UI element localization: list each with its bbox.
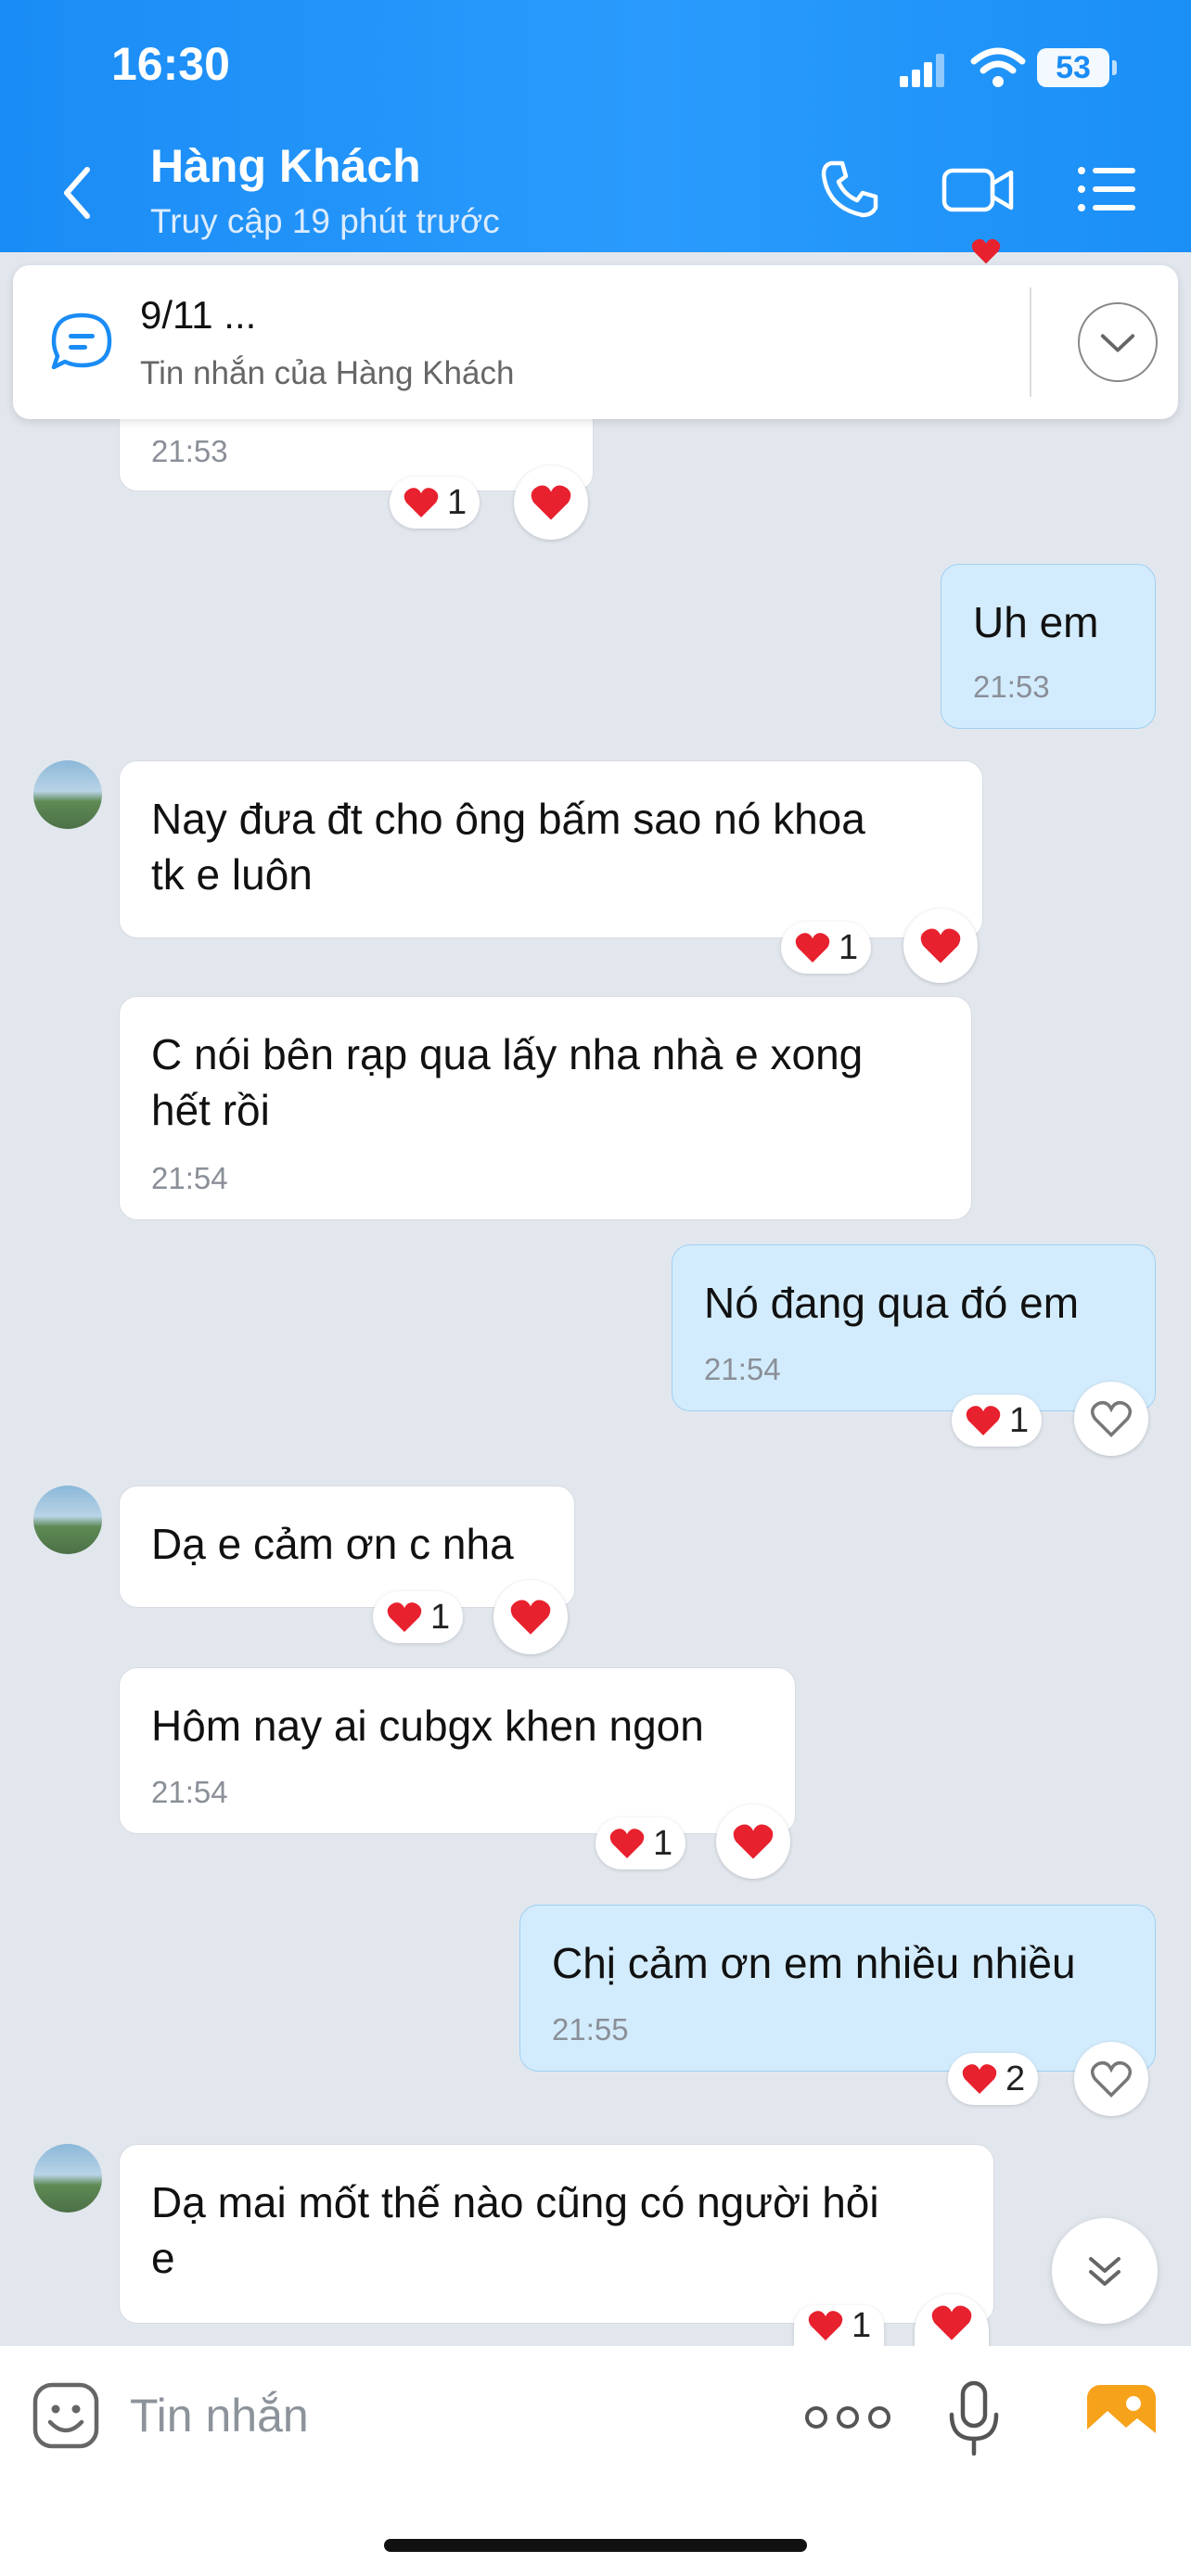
message-bubble-incoming[interactable]: Hôm nay ai cubgx khen ngon 21:54 [119, 1667, 796, 1834]
react-heart-button[interactable] [514, 465, 588, 540]
message-bubble-incoming[interactable]: Nay đưa đt cho ông bấm sao nó khoa tk e … [119, 760, 983, 938]
message-text: Nó đang qua đó em [704, 1279, 1080, 1327]
heart-icon [920, 928, 961, 963]
heart-icon [971, 238, 1001, 264]
message-time: 21:54 [704, 1352, 781, 1386]
message-bubble-outgoing[interactable]: Chị cảm ơn em nhiều nhiều 21:55 [519, 1905, 1156, 2072]
message-text: Uh em [973, 598, 1099, 646]
more-dots-icon[interactable] [801, 2404, 894, 2431]
pinned-title: 9/11 ... [140, 293, 257, 337]
react-heart-button[interactable] [716, 1804, 790, 1879]
video-camera-icon[interactable] [941, 156, 1015, 223]
heart-icon [931, 2305, 972, 2340]
chevron-left-icon[interactable] [56, 162, 102, 223]
phone-icon[interactable] [816, 156, 883, 223]
reaction-number: 1 [852, 2305, 872, 2345]
wifi-icon [970, 47, 1026, 87]
message-bubble-incoming[interactable]: Dạ mai mốt thế nào cũng có người hỏi e [119, 2144, 994, 2324]
pinned-subtitle: Tin nhắn của Hàng Khách [140, 355, 515, 391]
heart-icon [733, 1824, 774, 1859]
message-text: Dạ mai mốt thế nào cũng có người hỏi [151, 2178, 879, 2226]
reaction-count[interactable]: 1 [390, 477, 480, 529]
react-heart-button[interactable] [493, 1580, 568, 1654]
heart-icon [795, 933, 830, 963]
reaction-number: 1 [430, 1597, 451, 1637]
heart-outline-icon [1090, 2060, 1133, 2098]
heart-icon [531, 485, 571, 520]
message-text: Hôm nay ai cubgx khen ngon [151, 1702, 704, 1750]
message-input-bar: Tin nhắn [0, 2346, 1191, 2576]
message-text: Nay đưa đt cho ông bấm sao nó khoa [151, 795, 865, 843]
message-text: hết rồi [151, 1086, 270, 1134]
react-heart-button[interactable] [903, 909, 978, 983]
chat-bubble-icon [51, 312, 112, 370]
message-text: tk e luôn [151, 850, 313, 899]
reaction-count[interactable]: 1 [596, 1817, 686, 1869]
message-input[interactable]: Tin nhắn [130, 2389, 309, 2442]
message-text: C nói bên rạp qua lấy nha nhà e xong [151, 1030, 864, 1078]
heart-icon [808, 2311, 843, 2340]
heart-icon [510, 1600, 551, 1635]
avatar[interactable] [33, 2144, 102, 2213]
list-menu-icon[interactable] [1074, 156, 1141, 223]
home-indicator [384, 2539, 807, 2552]
signal-icon [900, 54, 944, 87]
pinned-message-bar[interactable]: 9/11 ... Tin nhắn của Hàng Khách [13, 265, 1178, 419]
avatar[interactable] [33, 760, 102, 829]
status-time: 16:30 [111, 38, 230, 90]
reaction-number: 1 [447, 482, 467, 522]
heart-icon [387, 1602, 422, 1632]
reaction-count[interactable]: 1 [952, 1395, 1043, 1447]
heart-icon [962, 2064, 997, 2094]
message-time: 21:54 [151, 1775, 228, 1809]
scroll-to-bottom-button[interactable] [1052, 2218, 1158, 2324]
divider [1030, 287, 1031, 397]
contact-name[interactable]: Hàng Khách [150, 139, 421, 193]
microphone-icon[interactable] [946, 2379, 1002, 2457]
message-time: 21:55 [552, 2012, 629, 2047]
reaction-number: 2 [1005, 2059, 1026, 2098]
message-time: 21:53 [151, 434, 228, 468]
chat-header: 16:30 53 Hàng Khách Truy cập 19 phút trư… [0, 0, 1191, 252]
reaction-number: 1 [653, 1823, 673, 1863]
reaction-count[interactable]: 1 [781, 922, 872, 974]
reaction-count[interactable]: 2 [948, 2053, 1039, 2105]
gallery-icon[interactable] [1085, 2383, 1158, 2448]
reaction-count[interactable]: 1 [373, 1591, 464, 1643]
react-heart-button[interactable] [1074, 2042, 1148, 2116]
heart-icon [403, 488, 439, 517]
sticker-icon[interactable] [32, 2381, 100, 2450]
message-text: Chị cảm ơn em nhiều nhiều [552, 1939, 1076, 1987]
message-text: Dạ e cảm ơn c nha [151, 1520, 514, 1568]
message-bubble-outgoing[interactable]: Uh em 21:53 [941, 564, 1156, 729]
reaction-count[interactable]: 1 [794, 2305, 885, 2346]
react-heart-button[interactable] [1074, 1382, 1148, 1456]
message-bubble-incoming[interactable]: C nói bên rạp qua lấy nha nhà e xong hết… [119, 996, 972, 1220]
heart-icon [966, 1406, 1001, 1435]
message-time: 21:54 [151, 1161, 228, 1195]
battery-indicator: 53 [1037, 48, 1117, 87]
reaction-number: 1 [839, 927, 859, 967]
message-text: e [151, 2234, 175, 2282]
message-bubble-outgoing[interactable]: Nó đang qua đó em 21:54 [672, 1244, 1156, 1411]
avatar[interactable] [33, 1486, 102, 1554]
heart-icon [609, 1829, 645, 1858]
message-time: 21:53 [973, 670, 1050, 704]
chevron-down-icon[interactable] [1078, 302, 1158, 382]
heart-outline-icon [1090, 1400, 1133, 1437]
reaction-number: 1 [1009, 1400, 1030, 1440]
last-seen-status: Truy cập 19 phút trước [150, 202, 500, 240]
